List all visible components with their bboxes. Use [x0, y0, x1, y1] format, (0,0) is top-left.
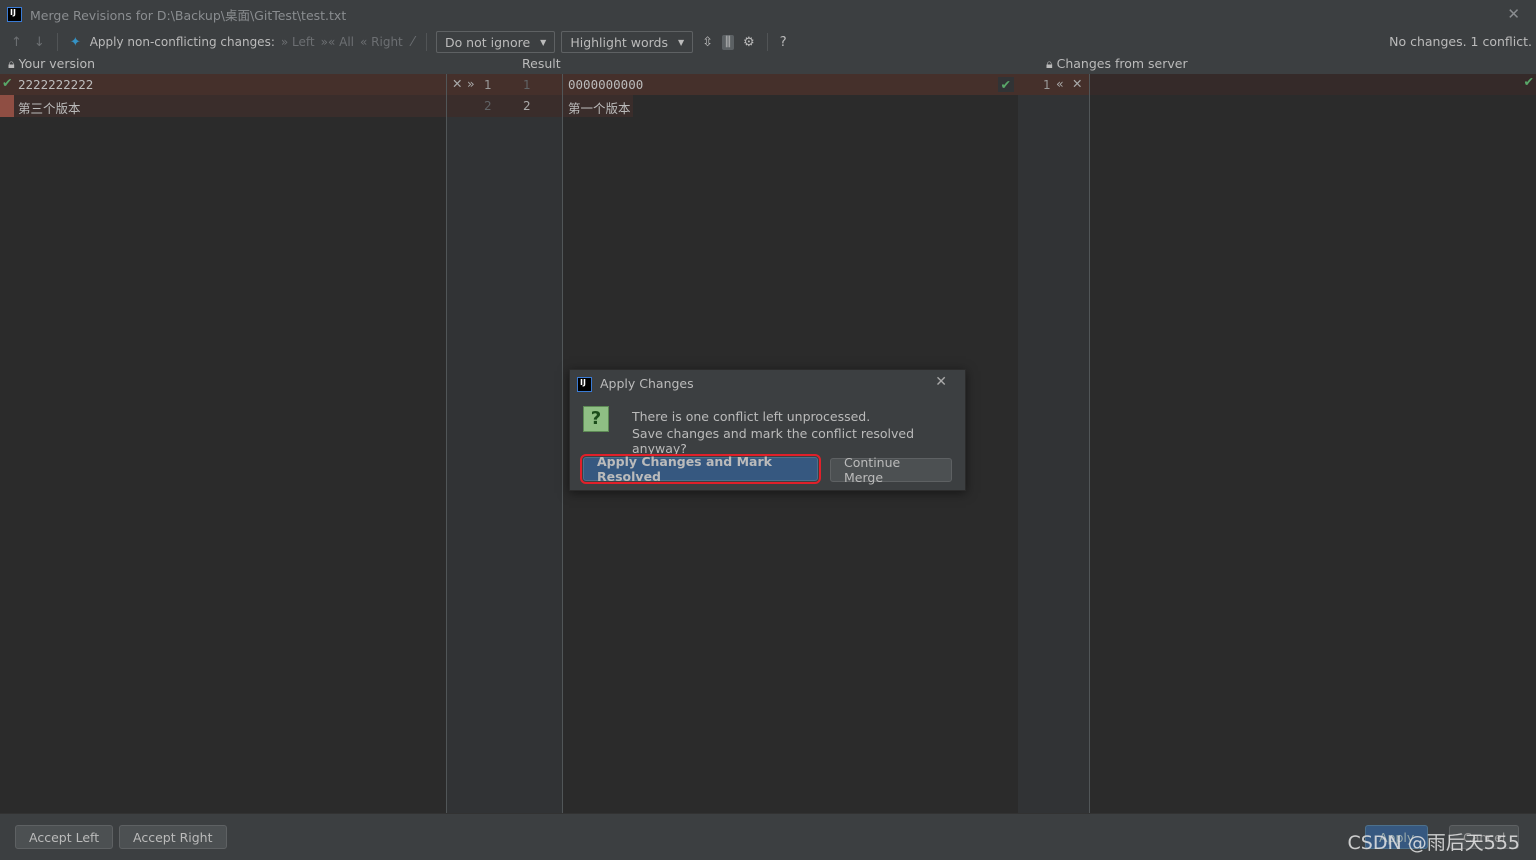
accept-left-button[interactable]: Accept Left: [15, 825, 114, 849]
apply-right-label: Right: [371, 35, 403, 49]
title-bar: IJ Merge Revisions for D:\Backup\桌面\GitT…: [0, 0, 1536, 28]
chevron-down-icon: ▼: [540, 37, 547, 47]
left-editor[interactable]: ✔ 2222222222 第三个版本: [0, 74, 446, 813]
ignore-change-icon[interactable]: ✕: [1072, 76, 1082, 91]
result-pane-title: Result: [522, 56, 561, 71]
toolbar: ↑ ↓ ✦ Apply non-conflicting changes: » L…: [0, 28, 1536, 56]
dialog-message-line2: Save changes and mark the conflict resol…: [632, 426, 915, 456]
apply-all-button[interactable]: »« All: [321, 35, 354, 49]
code-line: 第三个版本: [18, 101, 81, 116]
divider: [56, 33, 58, 51]
close-icon[interactable]: ✕: [1507, 5, 1520, 23]
left-title-text: Your version: [18, 56, 96, 71]
merge-status: No changes. 1 conflict.: [1389, 34, 1532, 49]
code-line: 2222222222: [18, 77, 94, 92]
divider: [446, 74, 447, 813]
dialog-title: Apply Changes: [600, 376, 694, 391]
line-number: 2: [523, 99, 531, 113]
sync-scroll-icon[interactable]: ⫼: [722, 34, 735, 50]
apply-right-button[interactable]: « Right: [360, 35, 403, 49]
left-pane-title: 🔒︎ Your version: [8, 56, 96, 71]
right-pane-title: 🔒︎ Changes from server: [1046, 56, 1188, 71]
question-icon: ?: [583, 406, 609, 432]
arrow-up-icon[interactable]: ↑: [8, 35, 25, 50]
check-icon: ✔: [2, 75, 13, 90]
right-editor[interactable]: ✔: [1090, 74, 1536, 813]
check-icon: ✔: [1523, 74, 1534, 89]
magic-wand-icon[interactable]: ⁄: [409, 35, 417, 50]
bottom-bar: Accept Left Accept Right Apply Cancel: [0, 813, 1536, 860]
apply-all-label: All: [339, 35, 354, 49]
accept-right-icon[interactable]: «: [1056, 76, 1064, 91]
continue-merge-button[interactable]: Continue Merge: [830, 455, 952, 485]
right-title-text: Changes from server: [1056, 56, 1188, 71]
apply-changes-dialog: IJ Apply Changes ✕ ? There is one confli…: [569, 369, 966, 491]
highlight-select-value: Highlight words: [570, 34, 668, 50]
conflict-marker: [0, 95, 14, 117]
ignore-change-icon[interactable]: ✕: [452, 76, 462, 91]
gear-icon[interactable]: ⚙: [740, 35, 758, 50]
code-line: 第一个版本: [568, 101, 631, 116]
apply-and-mark-resolved-button[interactable]: Apply Changes and Mark Resolved: [580, 454, 821, 484]
accept-right-button[interactable]: Accept Right: [119, 825, 227, 849]
ignore-whitespace-select[interactable]: Do not ignore ▼: [435, 31, 556, 53]
line-number: 1: [484, 78, 492, 92]
close-icon[interactable]: ✕: [935, 374, 947, 390]
watermark: CSDN @雨后天555: [1347, 832, 1520, 854]
divider: [766, 33, 768, 51]
divider: [425, 33, 427, 51]
code-line: 0000000000: [568, 77, 644, 92]
chevron-down-icon: ▼: [677, 37, 685, 47]
dialog-message-line1: There is one conflict left unprocessed.: [632, 409, 871, 424]
accept-left-icon[interactable]: »: [467, 76, 475, 91]
left-gutter: ✕ » 1 1 2 2: [447, 74, 562, 813]
check-icon: ✔: [997, 77, 1014, 92]
help-icon[interactable]: ?: [777, 35, 790, 50]
right-gutter: 1 « ✕: [1018, 74, 1089, 813]
apply-non-conflicting-label: Apply non-conflicting changes:: [89, 35, 275, 49]
window-title: Merge Revisions for D:\Backup\桌面\GitTest…: [30, 7, 347, 23]
app-logo: IJ: [7, 6, 22, 22]
line-number: 1: [1043, 78, 1051, 92]
apply-left-button[interactable]: » Left: [281, 35, 315, 49]
arrow-down-icon[interactable]: ↓: [31, 35, 48, 50]
magic-resolve-icon[interactable]: ✦: [67, 35, 84, 50]
highlight-select[interactable]: Highlight words ▼: [561, 31, 694, 53]
line-number: 2: [484, 99, 492, 113]
apply-left-label: Left: [292, 35, 315, 49]
line-number: 1: [523, 78, 531, 92]
app-logo: IJ: [577, 377, 592, 392]
collapse-unchanged-icon[interactable]: ⇳: [699, 35, 716, 50]
ignore-select-value: Do not ignore: [444, 34, 531, 50]
